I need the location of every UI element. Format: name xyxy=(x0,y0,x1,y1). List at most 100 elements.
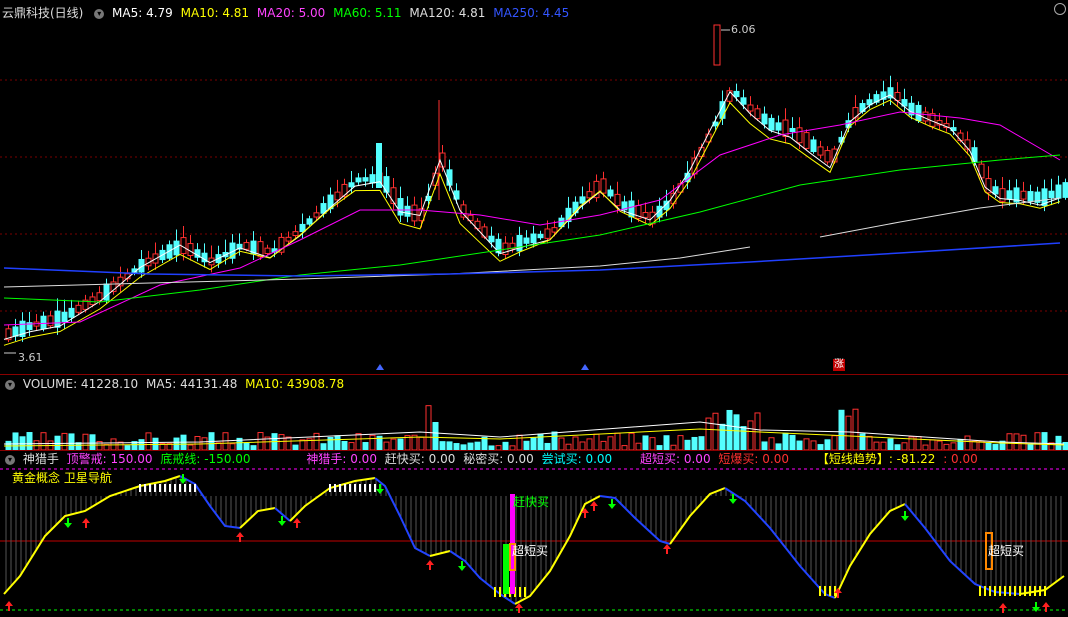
volume-bar xyxy=(474,441,481,450)
volume-bar xyxy=(782,432,789,450)
candle-body xyxy=(187,243,194,257)
signal-bar xyxy=(503,544,509,594)
buy-arrow-icon xyxy=(590,501,598,511)
candle-body xyxy=(614,193,621,207)
volume-bar xyxy=(89,434,96,450)
candle-body xyxy=(789,127,796,133)
volume-bar xyxy=(607,436,614,450)
candle-body xyxy=(12,326,19,337)
candle-body xyxy=(747,104,754,112)
candle-body xyxy=(369,174,376,184)
volume-bar xyxy=(971,440,978,450)
candle-body xyxy=(754,108,761,120)
volume-bar xyxy=(425,405,432,450)
stock-chart-window: { "price_panel": { "title": "云鼎科技(日线)", … xyxy=(0,0,1068,617)
candle-body xyxy=(713,24,721,66)
volume-bar xyxy=(761,441,768,450)
volume-bar xyxy=(698,436,705,450)
volume-bar xyxy=(12,432,19,450)
volume-bar xyxy=(446,441,453,450)
candle-body xyxy=(1020,190,1027,200)
candle-body xyxy=(432,172,439,186)
volume-bar xyxy=(600,440,607,450)
volume-panel-header: ▾ VOLUME: 41228.10 MA5: 44131.48 MA10: 4… xyxy=(2,376,348,392)
candle-body xyxy=(761,113,768,125)
volume-bar xyxy=(712,412,719,450)
volume-bar xyxy=(663,435,670,450)
volume-bar xyxy=(887,438,894,450)
candle-body xyxy=(579,196,586,204)
candle-body xyxy=(768,117,775,131)
candle-body xyxy=(355,177,362,183)
candle-body xyxy=(978,163,985,179)
volume-bar xyxy=(635,442,642,450)
volume-bar xyxy=(397,438,404,450)
volume-bar xyxy=(719,423,726,450)
candle-body xyxy=(551,227,558,233)
volume-bar xyxy=(68,433,75,450)
trend-line xyxy=(3,475,181,595)
high-price-label: 6.06 xyxy=(731,23,756,36)
buy-arrow-icon xyxy=(426,560,434,570)
sell-arrow-icon xyxy=(64,518,72,528)
candle-body xyxy=(999,188,1006,202)
volume-bar xyxy=(950,442,957,450)
shen-value: 神猎手: 0.00 xyxy=(306,452,377,466)
mark-chaoduan-2: 超短买 xyxy=(988,544,1025,558)
buy-arrow-icon xyxy=(293,518,301,528)
volume-bar xyxy=(348,442,355,450)
trend-line xyxy=(1019,575,1065,595)
volume-bar xyxy=(418,436,425,450)
chang-value: 尝试买: 0.00 xyxy=(541,452,613,466)
volume-bar xyxy=(649,437,656,450)
volume-bar xyxy=(299,439,306,450)
candle-body xyxy=(61,311,68,322)
candle-body xyxy=(1048,190,1055,199)
volume-bar xyxy=(796,440,803,450)
volume-bar xyxy=(362,442,369,450)
candle-body xyxy=(922,111,929,122)
candle-body xyxy=(89,296,96,306)
volume-bar xyxy=(964,435,971,450)
candle-body xyxy=(740,97,747,105)
candle-body xyxy=(796,127,803,144)
zhang-badge[interactable]: 涨 xyxy=(833,359,845,371)
volume-bar xyxy=(355,433,362,450)
indicator-settings-icon[interactable]: ▾ xyxy=(5,454,15,465)
volume-bar xyxy=(824,439,831,450)
volume-bar xyxy=(61,432,68,450)
candle-body xyxy=(600,178,607,194)
candle-body xyxy=(992,186,999,195)
candle-body xyxy=(586,191,593,199)
di-value: 底戒线: -150.00 xyxy=(160,452,251,466)
volume-bar xyxy=(845,415,852,450)
indicator-name: 神猎手 xyxy=(22,452,59,466)
volume-bar xyxy=(866,435,873,450)
volume-bar xyxy=(593,433,600,450)
candle-body xyxy=(971,147,978,163)
candle-body xyxy=(383,176,390,193)
volume-bar xyxy=(642,435,649,450)
volume-bar xyxy=(572,436,579,450)
volume-bar xyxy=(145,432,152,450)
candle-body xyxy=(306,218,313,225)
buy-arrow-icon xyxy=(515,603,523,613)
trend-line xyxy=(289,477,376,522)
volume-bar xyxy=(516,434,523,450)
candle-body xyxy=(47,315,54,327)
volume-bar xyxy=(901,442,908,450)
volume-bar xyxy=(432,421,439,450)
candle-body xyxy=(54,310,61,328)
chao-value: 超短买: 0.00 xyxy=(640,452,711,466)
volume-bar xyxy=(936,440,943,450)
mark-ganbuy: 赶快买 xyxy=(513,495,550,509)
volume-bar xyxy=(530,437,537,450)
ding-value: 顶警戒: 150.00 xyxy=(66,452,153,466)
candle-body xyxy=(75,304,82,313)
volume-settings-icon[interactable]: ▾ xyxy=(5,379,15,390)
volume-bar xyxy=(257,432,264,450)
candle-body xyxy=(439,152,446,168)
volume-ma10: MA10: 43908.78 xyxy=(245,377,345,391)
volume-bar xyxy=(614,432,621,450)
mark-chaoduan-1: 超短买 xyxy=(512,544,549,558)
